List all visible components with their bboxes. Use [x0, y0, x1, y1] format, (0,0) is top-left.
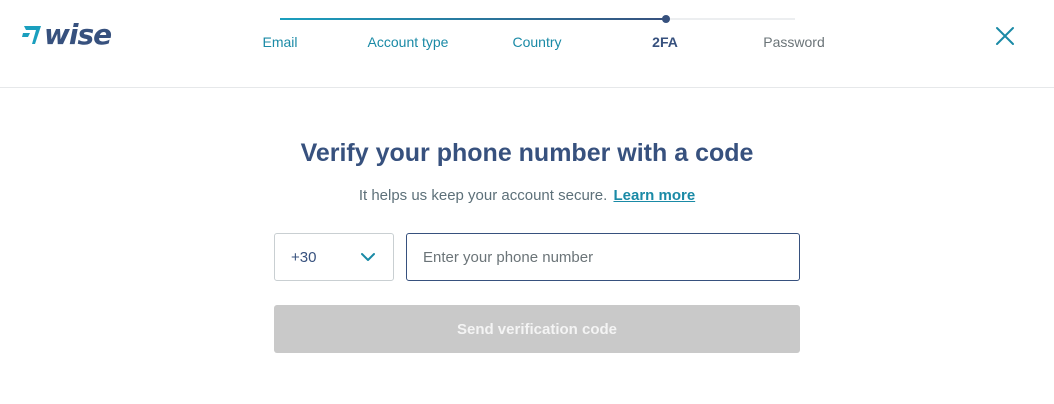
country-code-value: +30	[291, 249, 317, 266]
wise-flag-icon	[22, 26, 41, 44]
step-account-type: Account type	[367, 34, 449, 50]
wise-wordmark: wise	[44, 18, 112, 51]
subtitle-text: It helps us keep your account secure.	[358, 187, 608, 204]
step-email: Email	[262, 34, 298, 50]
country-code-select[interactable]: +30	[274, 233, 394, 281]
learn-more-link[interactable]: Learn more	[613, 187, 695, 204]
header: wise Email Account type Country 2FA Pass…	[0, 0, 1054, 88]
chevron-down-icon	[361, 253, 375, 261]
close-button[interactable]	[994, 25, 1016, 47]
progress-current-dot	[662, 15, 671, 23]
page-subtitle: It helps us keep your account secure. Le…	[0, 187, 1054, 205]
progress-fill	[280, 18, 667, 20]
send-verification-code-button[interactable]: Send verification code	[274, 305, 800, 353]
page-title: Verify your phone number with a code	[300, 139, 754, 167]
phone-number-input[interactable]	[406, 233, 800, 281]
close-icon	[996, 27, 1014, 45]
step-password: Password	[763, 34, 825, 50]
step-country: Country	[512, 34, 562, 50]
wise-logo: wise	[22, 18, 112, 51]
step-2fa: 2FA	[652, 34, 678, 50]
